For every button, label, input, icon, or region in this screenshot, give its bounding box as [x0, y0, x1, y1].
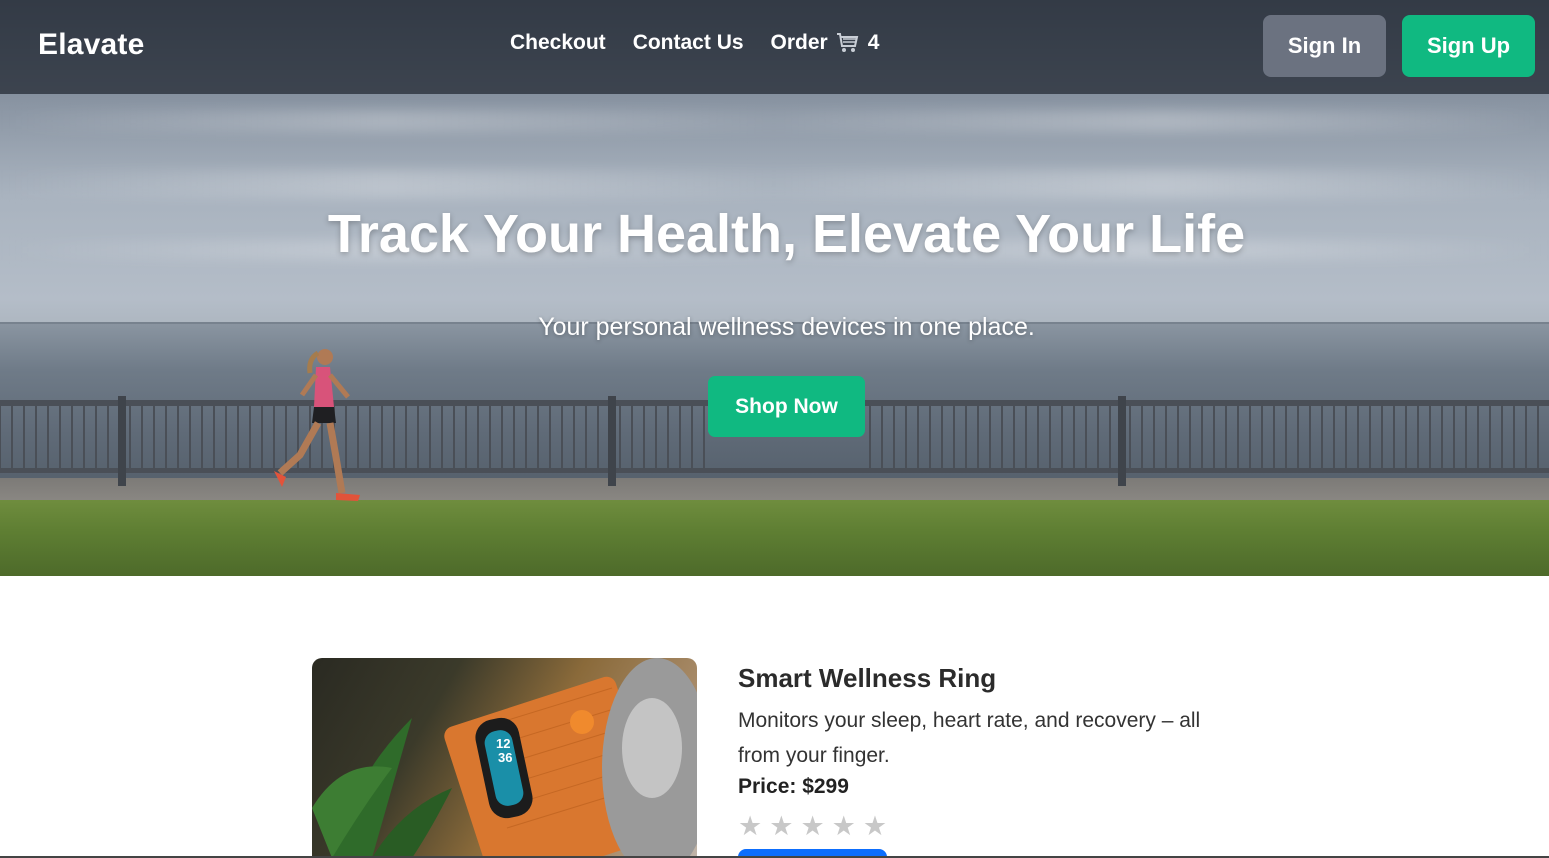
top-navbar: Elavate Checkout Contact Us Order 4 Sign… — [0, 0, 1549, 94]
product-photo-illustration: 12 36 — [312, 658, 697, 858]
product-image[interactable]: 12 36 — [312, 658, 697, 858]
hero-subtitle: Your personal wellness devices in one pl… — [538, 313, 1035, 341]
nav-link-label: Order — [770, 31, 828, 54]
brand-logo[interactable]: Elavate — [38, 28, 144, 62]
nav-link-checkout[interactable]: Checkout — [510, 31, 606, 55]
nav-link-order[interactable]: Order 4 — [771, 31, 880, 55]
shop-now-button[interactable]: Shop Now — [708, 376, 865, 437]
cart-count-badge: 4 — [867, 31, 880, 54]
star-icon[interactable]: ★ — [863, 810, 887, 842]
nav-link-label: Contact Us — [632, 31, 744, 54]
runner-figure — [274, 349, 360, 501]
hero-cloud — [0, 110, 1549, 132]
svg-text:36: 36 — [498, 750, 512, 765]
cart-icon — [836, 33, 858, 52]
star-icon[interactable]: ★ — [769, 810, 793, 842]
nav-link-label: Checkout — [510, 31, 606, 54]
product-price: Price: $299 — [738, 775, 849, 798]
nav-link-contact-us[interactable]: Contact Us — [633, 31, 744, 55]
product-name[interactable]: Smart Wellness Ring — [738, 663, 996, 694]
nav-links: Checkout Contact Us Order 4 — [510, 31, 879, 55]
hero-cloud — [0, 170, 1549, 198]
sign-up-button[interactable]: Sign Up — [1402, 15, 1535, 77]
product-description: Monitors your sleep, heart rate, and rec… — [738, 709, 1201, 767]
sign-in-button[interactable]: Sign In — [1263, 15, 1386, 77]
star-icon[interactable]: ★ — [800, 810, 824, 842]
hero-title: Track Your Health, Elevate Your Life — [327, 204, 1246, 264]
hero-grass — [0, 500, 1549, 576]
star-icon[interactable]: ★ — [832, 810, 856, 842]
svg-text:12: 12 — [496, 736, 510, 751]
star-icon[interactable]: ★ — [738, 810, 762, 842]
rating-stars[interactable]: ★ ★ ★ ★ ★ — [738, 810, 887, 842]
